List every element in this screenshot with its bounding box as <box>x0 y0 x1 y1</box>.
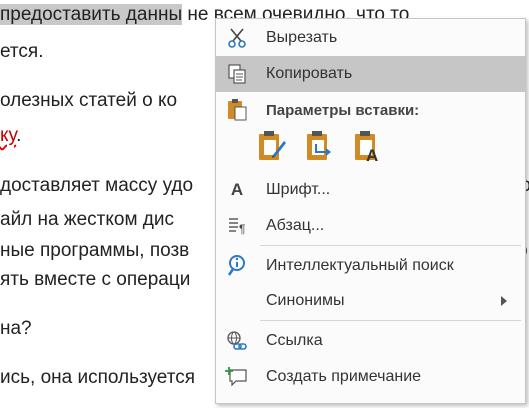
doc-line-8: ять вместе с операци <box>0 269 191 290</box>
menu-label-font: Шрифт... <box>266 181 331 198</box>
menu-item-paragraph[interactable]: ¶ Абзац... <box>216 208 525 244</box>
menu-label-cut: Вырезать <box>266 29 338 46</box>
menu-label-paste-options: Параметры вставки: <box>266 101 420 119</box>
svg-text:¶: ¶ <box>239 222 245 236</box>
menu-item-copy[interactable]: Копировать <box>216 56 525 92</box>
menu-label-synonyms: Синонимы <box>266 292 345 309</box>
menu-item-new-comment[interactable]: Создать примечание <box>216 359 525 395</box>
paste-keep-format-button[interactable] <box>256 128 288 168</box>
doc-line-6: айл на жестком дис <box>0 209 174 230</box>
doc-line-10: ись, она используется <box>0 367 196 388</box>
doc-line-7: ные программы, позв <box>0 240 190 261</box>
doc-text: . <box>16 125 22 146</box>
doc-link[interactable]: ку <box>0 125 16 146</box>
menu-separator <box>260 320 521 321</box>
menu-label-copy: Копировать <box>266 65 353 82</box>
link-icon <box>220 323 254 359</box>
selected-text: предоставить данны <box>0 4 183 25</box>
font-a-icon: A <box>230 180 244 199</box>
paste-merge-button[interactable] <box>304 128 336 168</box>
menu-item-smart-lookup[interactable]: Интеллектуальный поиск <box>216 248 525 284</box>
paste-merge-icon <box>305 129 335 168</box>
submenu-arrow-icon <box>501 296 507 306</box>
paste-text-only-button[interactable]: A <box>352 128 384 168</box>
doc-line-4: ку. <box>0 124 21 148</box>
new-comment-icon <box>220 359 254 395</box>
menu-label-smart-lookup: Интеллектуальный поиск <box>266 257 454 274</box>
doc-line-3: олезных статей о ко <box>0 89 177 113</box>
doc-line-9: на? <box>0 318 32 339</box>
clipboard-icon <box>220 92 254 128</box>
menu-label-new-comment: Создать примечание <box>266 368 422 385</box>
paste-keep-format-icon <box>257 129 287 168</box>
menu-item-cut[interactable]: Вырезать <box>216 20 525 56</box>
svg-text:A: A <box>366 146 378 163</box>
doc-line-2: ется. <box>0 41 44 62</box>
doc-line-5: доставляет массу удо <box>0 175 194 196</box>
paste-text-only-icon: A <box>353 129 383 168</box>
context-menu: Вырезать Копировать Параметры вставки: A… <box>215 18 526 404</box>
menu-item-paste-options: Параметры вставки: <box>216 92 525 128</box>
menu-item-synonyms[interactable]: Синонимы <box>216 283 525 319</box>
menu-item-link[interactable]: Ссылка <box>216 323 525 359</box>
menu-label-link: Ссылка <box>266 332 323 349</box>
doc-text: олезных статей о ко <box>0 90 178 111</box>
menu-separator <box>260 245 521 246</box>
menu-item-font[interactable]: A Шрифт... <box>216 172 525 208</box>
paragraph-icon: ¶ <box>220 208 254 244</box>
paste-options-row: A <box>256 128 456 172</box>
smart-lookup-icon <box>220 248 254 284</box>
menu-label-paragraph: Абзац... <box>266 217 325 234</box>
copy-icon <box>220 56 254 92</box>
scissors-icon <box>220 20 254 56</box>
